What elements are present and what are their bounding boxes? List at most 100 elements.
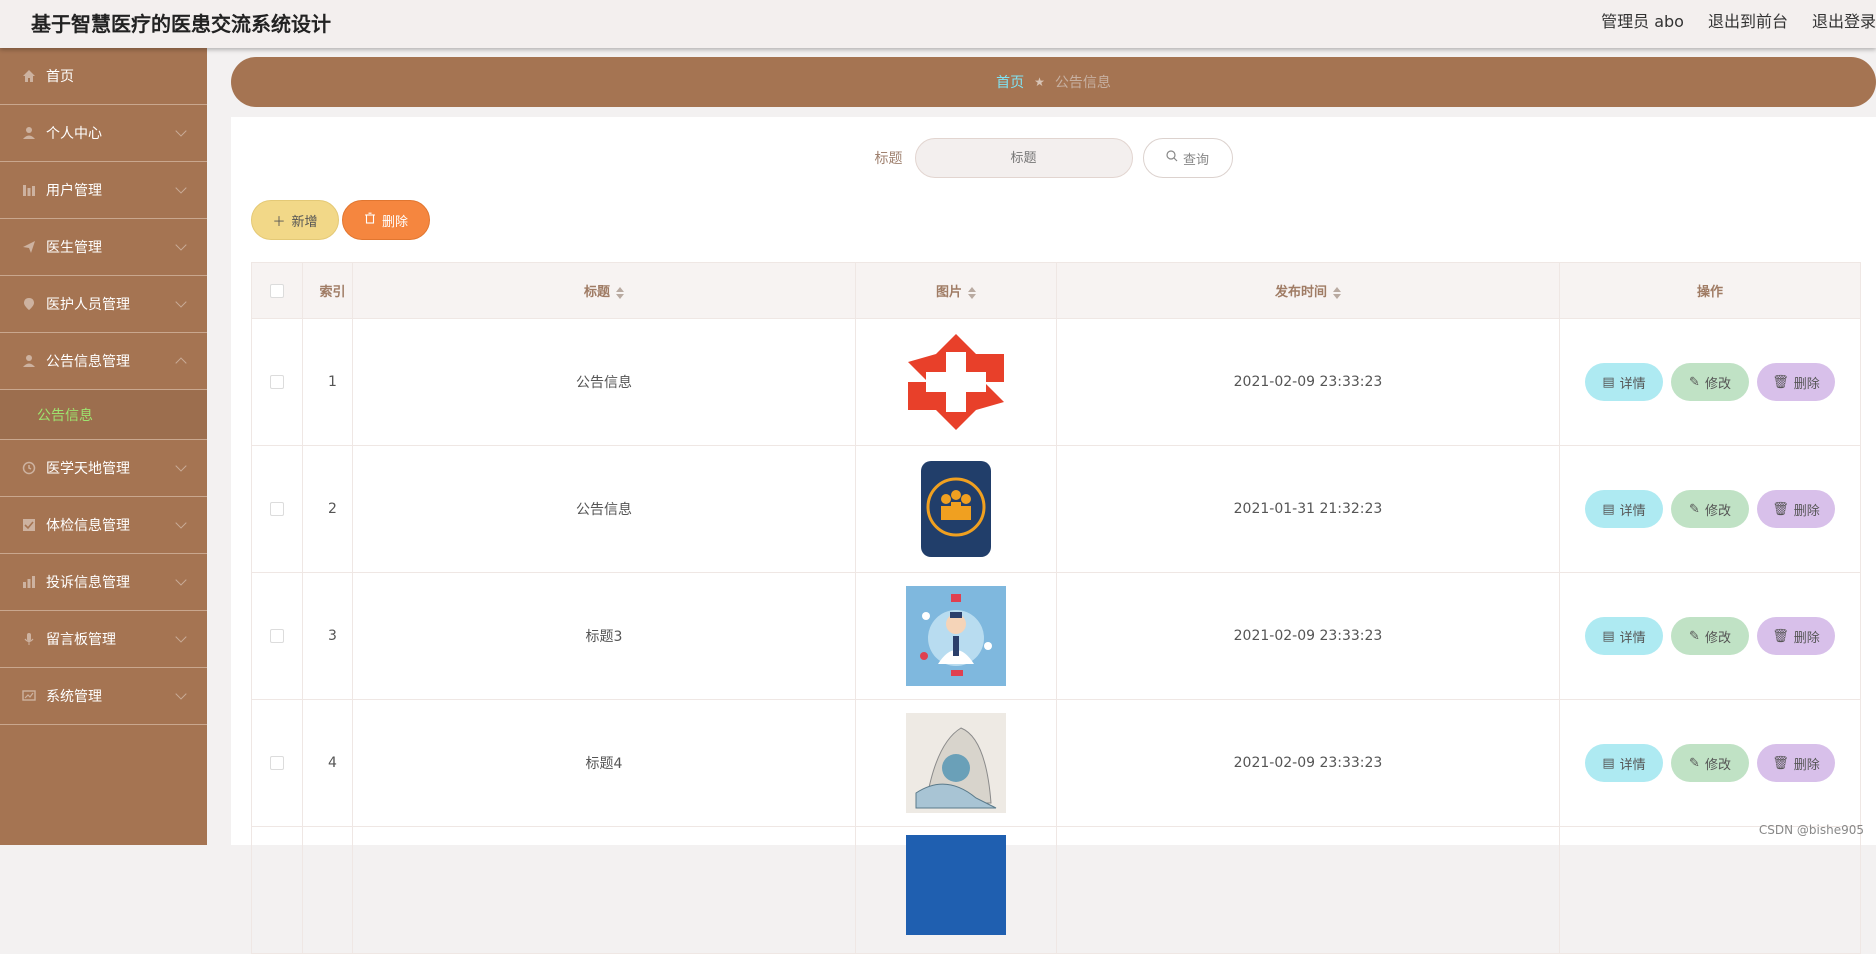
detail-button[interactable]: ▤详情 [1585, 617, 1663, 655]
delete-label: 删除 [1794, 500, 1820, 519]
star-icon: ★ [1034, 75, 1045, 89]
medical-team-badge-icon [906, 459, 1006, 559]
edit-label: 修改 [1705, 627, 1731, 646]
sidebar-item-messages[interactable]: 留言板管理 [0, 611, 207, 668]
row-index: 4 [303, 700, 353, 827]
delete-button[interactable]: 🗑删除 [1757, 617, 1835, 655]
chevron-down-icon [175, 125, 186, 136]
edit-button[interactable]: ✎ 修改 [1671, 363, 1749, 401]
edit-label: 修改 [1705, 373, 1731, 392]
detail-label: 详情 [1620, 627, 1646, 646]
sidebar-item-label: 医学天地管理 [46, 458, 130, 478]
check-icon [21, 517, 37, 533]
row-time: 2021-02-09 23:33:23 [1057, 700, 1560, 827]
row-select-cell [252, 573, 303, 700]
sidebar-item-users[interactable]: 用户管理 [0, 162, 207, 219]
batch-delete-button[interactable]: 删除 [342, 200, 430, 240]
user-icon [21, 353, 37, 369]
breadcrumb-current: 公告信息 [1055, 72, 1111, 92]
table-header-row: 索引 标题 图片 发布时间 操作 [252, 263, 1861, 319]
row-title: 标题4 [353, 700, 856, 827]
delete-button[interactable]: 🗑删除 [1757, 363, 1835, 401]
edit-button[interactable]: ✎修改 [1671, 744, 1749, 782]
sidebar-item-personal[interactable]: 个人中心 [0, 105, 207, 162]
detail-label: 详情 [1620, 754, 1646, 773]
row-select-cell [252, 319, 303, 446]
add-button[interactable]: ＋ 新增 [251, 200, 339, 240]
sidebar-item-complaints[interactable]: 投诉信息管理 [0, 554, 207, 611]
sketch-illustration [906, 713, 1006, 813]
delete-button[interactable]: 🗑删除 [1757, 744, 1835, 782]
mic-icon [21, 631, 37, 647]
row-checkbox[interactable] [270, 756, 284, 770]
chevron-down-icon [175, 239, 186, 250]
row-image-cell [856, 827, 1057, 954]
document-icon: ▤ [1602, 502, 1614, 517]
watermark: CSDN @bishe905 [1759, 823, 1864, 837]
header-image[interactable]: 图片 [856, 263, 1057, 319]
front-link[interactable]: 退出到前台 [1708, 8, 1788, 32]
sidebar-item-nurses[interactable]: 医护人员管理 [0, 276, 207, 333]
header-time[interactable]: 发布时间 [1057, 263, 1560, 319]
detail-button[interactable]: ▤详情 [1585, 490, 1663, 528]
chevron-down-icon [175, 631, 186, 642]
send-icon [21, 239, 37, 255]
search-row: 标题 查询 [231, 138, 1876, 178]
row-time: 2021-02-09 23:33:23 [1057, 573, 1560, 700]
top-bar: 基于智慧医疗的医患交流系统设计 管理员 abo 退出到前台 退出登录 [0, 0, 1876, 48]
logout-link[interactable]: 退出登录 [1812, 8, 1876, 32]
row-title [353, 827, 856, 954]
header-title[interactable]: 标题 [353, 263, 856, 319]
row-checkbox[interactable] [270, 502, 284, 516]
pencil-icon: ✎ [1689, 629, 1700, 644]
edit-button[interactable]: ✎修改 [1671, 490, 1749, 528]
row-time [1057, 827, 1560, 954]
row-ops-cell: ▤ 详情 ✎修改 🗑删除 [1560, 700, 1861, 827]
row-checkbox[interactable] [270, 629, 284, 643]
delete-label: 删除 [1794, 754, 1820, 773]
sidebar-item-medical-world[interactable]: 医学天地管理 [0, 440, 207, 497]
sidebar-item-label: 医生管理 [46, 237, 102, 257]
red-cross-icon [906, 332, 1006, 432]
search-input[interactable] [915, 138, 1133, 178]
detail-button[interactable]: ▤详情 [1585, 363, 1663, 401]
select-all-checkbox[interactable] [270, 284, 284, 298]
bar-chart-icon [21, 574, 37, 590]
sidebar-item-checkup[interactable]: 体检信息管理 [0, 497, 207, 554]
sidebar-subitem-notice-info[interactable]: 公告信息 [0, 390, 207, 440]
sidebar-item-label: 用户管理 [46, 180, 102, 200]
header-index: 索引 [303, 263, 353, 319]
sidebar-item-system[interactable]: 系统管理 [0, 668, 207, 725]
sort-icon[interactable] [616, 287, 624, 299]
table-row [252, 827, 1861, 954]
row-ops-cell: ▤详情 ✎ 修改 🗑删除 [1560, 319, 1861, 446]
row-checkbox[interactable] [270, 375, 284, 389]
batch-delete-label: 删除 [382, 211, 408, 230]
row-image-cell [856, 446, 1057, 573]
search-button-label: 查询 [1183, 149, 1209, 168]
notice-table: 索引 标题 图片 发布时间 操作 1 公告信息 2 [251, 262, 1861, 954]
sidebar-item-home[interactable]: 首页 [0, 48, 207, 105]
row-time: 2021-02-09 23:33:23 [1057, 319, 1560, 446]
search-button[interactable]: 查询 [1143, 138, 1233, 178]
sort-icon[interactable] [1333, 287, 1341, 299]
row-index: 1 [303, 319, 353, 446]
sidebar-item-notices[interactable]: 公告信息管理 [0, 333, 207, 390]
search-icon [1166, 150, 1178, 166]
action-row: ＋ 新增 删除 [251, 200, 430, 240]
detail-button[interactable]: ▤ 详情 [1585, 744, 1663, 782]
home-icon [21, 68, 37, 84]
sidebar-item-doctors[interactable]: 医生管理 [0, 219, 207, 276]
header-ops: 操作 [1560, 263, 1861, 319]
location-icon [21, 296, 37, 312]
sidebar-item-label: 首页 [46, 66, 74, 86]
edit-button[interactable]: ✎ 修改 [1671, 617, 1749, 655]
sort-icon[interactable] [968, 287, 976, 299]
document-icon: ▤ [1602, 756, 1614, 771]
delete-button[interactable]: 🗑删除 [1757, 490, 1835, 528]
table-row: 3 标题3 2021-02-09 23:33:23 [252, 573, 1861, 700]
add-button-label: 新增 [292, 211, 318, 230]
pencil-icon: ✎ [1689, 375, 1700, 390]
breadcrumb-home[interactable]: 首页 [996, 72, 1024, 92]
row-image-cell [856, 573, 1057, 700]
